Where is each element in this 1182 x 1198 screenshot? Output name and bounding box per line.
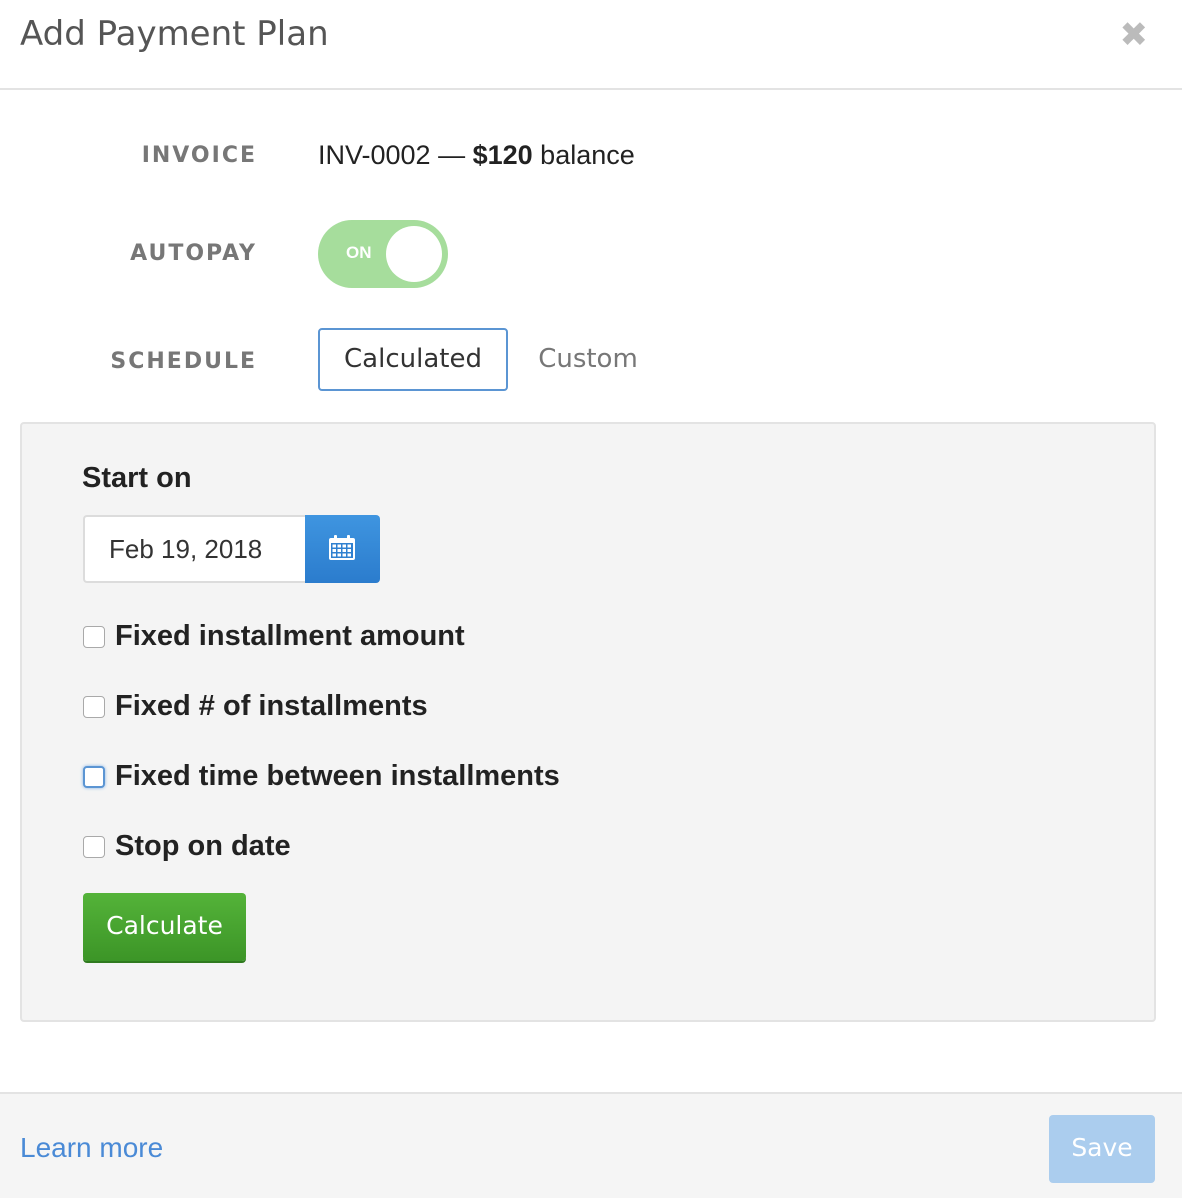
autopay-state: ON: [346, 243, 372, 262]
checkbox-label[interactable]: Stop on date: [115, 830, 291, 863]
toggle-knob: [386, 226, 442, 282]
invoice-amount: $120: [472, 140, 533, 170]
checkbox-label[interactable]: Fixed installment amount: [115, 620, 465, 653]
calculate-button[interactable]: Calculate: [83, 893, 246, 961]
save-button[interactable]: Save: [1049, 1115, 1155, 1183]
checkbox-label[interactable]: Fixed time between installments: [115, 760, 560, 793]
calendar-button[interactable]: [305, 515, 380, 583]
start-on-label: Start on: [82, 462, 192, 494]
invoice-separator: —: [430, 140, 473, 170]
modal-footer: Learn more Save: [0, 1092, 1182, 1198]
checkbox-stop-on-date[interactable]: [83, 836, 105, 858]
close-icon[interactable]: ✖: [1120, 18, 1149, 52]
modal-title: Add Payment Plan: [20, 14, 329, 54]
invoice-value: INV-0002 — $120 balance: [318, 140, 635, 171]
calendar-icon: [329, 535, 355, 560]
autopay-label: AUTOPAY: [130, 241, 257, 266]
checkbox-fixed-installment-amount[interactable]: [83, 626, 105, 648]
autopay-toggle[interactable]: ON: [318, 220, 448, 288]
checkbox-fixed-time-between-installments[interactable]: [83, 766, 105, 788]
schedule-option-custom[interactable]: Custom: [508, 328, 668, 391]
invoice-balance-suffix: balance: [532, 140, 635, 170]
invoice-label: INVOICE: [141, 143, 257, 168]
schedule-label: SCHEDULE: [110, 349, 257, 374]
start-date-input[interactable]: [83, 515, 305, 583]
calculated-panel: Start on Fixed installment amount Fixed …: [20, 422, 1156, 1022]
schedule-option-calculated[interactable]: Calculated: [318, 328, 508, 391]
invoice-number: INV-0002: [318, 140, 431, 170]
modal-header: Add Payment Plan ✖: [0, 0, 1182, 90]
learn-more-link[interactable]: Learn more: [20, 1132, 163, 1164]
checkbox-fixed-number-of-installments[interactable]: [83, 696, 105, 718]
checkbox-label[interactable]: Fixed # of installments: [115, 690, 428, 723]
